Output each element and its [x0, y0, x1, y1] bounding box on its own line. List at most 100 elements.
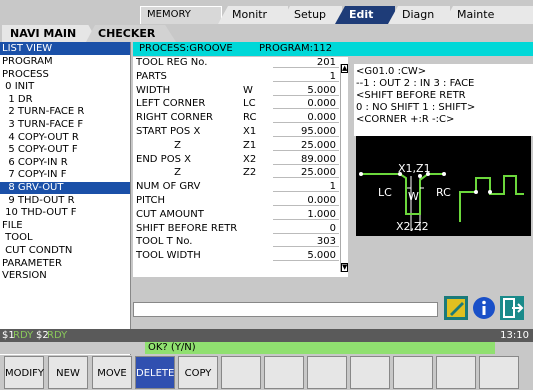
param-row[interactable]: TOOL REG No. 201 — [133, 57, 348, 69]
param-label: TOOL REG No. — [136, 57, 208, 68]
list-view-header: LIST VIEW — [0, 42, 130, 55]
list-item[interactable]: 3 TURN-FACE F — [0, 119, 130, 131]
scroll-up-icon[interactable]: ▲ — [341, 64, 348, 73]
list-item[interactable]: VERSION — [0, 270, 130, 282]
softkey[interactable]: COPY — [178, 356, 218, 389]
list-item[interactable]: 0 INIT — [0, 81, 130, 93]
parameter-table: TOOL REG No. 201 PARTS 1 WIDTH W 5.000 LEFT COR… — [133, 57, 348, 277]
list-item[interactable]: 8 GRV-OUT — [0, 182, 130, 194]
param-value[interactable]: 1 — [273, 71, 338, 82]
list-item[interactable]: 2 TURN-FACE R — [0, 106, 130, 118]
param-row[interactable]: SHIFT BEFORE RETR 0 — [133, 223, 348, 235]
param-label: START POS X — [136, 126, 201, 137]
edit-guide-icon[interactable] — [444, 296, 468, 320]
scrollbar[interactable]: ▲ ▼ — [340, 64, 348, 272]
param-value[interactable]: 0.000 — [273, 112, 338, 123]
list-item[interactable]: CUT CONDTN — [0, 245, 130, 257]
list-item[interactable]: PARAMETER — [0, 258, 130, 270]
param-value[interactable]: 0 — [273, 223, 338, 234]
process-name: PROCESS:GROOVE — [139, 43, 233, 54]
input-field[interactable] — [133, 302, 438, 317]
param-symbol: W — [243, 84, 253, 96]
system-2-state: RDY — [47, 330, 68, 341]
list-item[interactable]: 7 COPY-IN F — [0, 169, 130, 181]
param-row[interactable]: NUM OF GRV 1 — [133, 181, 348, 193]
param-row[interactable]: TOOL WIDTH 5.000 — [133, 250, 348, 262]
program-name: PROGRAM:112 — [259, 43, 333, 54]
param-label: PARTS — [136, 70, 167, 82]
softkey[interactable] — [436, 356, 476, 389]
confirm-message: OK? (Y/N) — [145, 342, 495, 354]
param-value[interactable]: 25.000 — [273, 140, 338, 151]
list-item[interactable]: 10 THD-OUT F — [0, 207, 130, 219]
list-item[interactable]: PROGRAM — [0, 56, 130, 68]
system-1-state: RDY — [13, 330, 34, 341]
param-value[interactable]: 1 — [273, 181, 338, 192]
param-row[interactable]: CUT AMOUNT 1.000 — [133, 209, 348, 221]
param-value[interactable]: 201 — [273, 57, 338, 68]
tab-diagn[interactable]: Diagn — [388, 6, 450, 24]
softkey[interactable]: MOVE — [92, 356, 132, 389]
param-value[interactable]: 0.000 — [273, 98, 338, 109]
param-row[interactable]: Z Z1 25.000 — [133, 140, 348, 152]
param-value[interactable]: 89.000 — [273, 154, 338, 165]
help-line: 0 : NO SHIFT 1 : SHIFT> — [356, 102, 476, 113]
softkey[interactable]: MODIFY — [4, 356, 44, 389]
info-icon[interactable] — [472, 296, 496, 320]
param-row[interactable]: LEFT CORNER LC 0.000 — [133, 98, 348, 110]
param-value[interactable]: 5.000 — [273, 250, 338, 261]
param-label: CUT AMOUNT — [136, 208, 204, 220]
param-row[interactable]: PITCH 0.000 — [133, 195, 348, 207]
list-item[interactable]: FILE — [0, 220, 130, 232]
softkey[interactable]: NEW — [48, 356, 88, 389]
tab-navi-main[interactable]: NAVI MAIN — [2, 25, 98, 42]
groove-diagram: X1,Z1 LC W RC X2,Z2 — [356, 136, 531, 236]
tab-mainte[interactable]: Mainte — [443, 6, 533, 24]
param-label: TOOL T No. — [136, 236, 193, 248]
param-value[interactable]: 95.000 — [273, 126, 338, 137]
param-symbol: Z2 — [243, 167, 257, 179]
softkey[interactable] — [307, 356, 347, 389]
softkey[interactable] — [479, 356, 519, 389]
list-item[interactable]: 6 COPY-IN R — [0, 157, 130, 169]
softkey[interactable] — [221, 356, 261, 389]
groove-diagram-svg: X1,Z1 LC W RC X2,Z2 — [359, 162, 524, 233]
tab-checker[interactable]: CHECKER — [86, 25, 176, 42]
param-row[interactable]: RIGHT CORNER RC 0.000 — [133, 112, 348, 124]
param-label: WIDTH — [136, 84, 171, 96]
softkey[interactable] — [264, 356, 304, 389]
param-row[interactable]: END POS X X2 89.000 — [133, 154, 348, 166]
help-line: <G01.0 :CW> — [356, 66, 427, 77]
param-value[interactable]: 1.000 — [273, 209, 338, 220]
param-row[interactable]: TOOL T No. 303 — [133, 236, 348, 248]
param-row[interactable]: Z Z2 25.000 — [133, 167, 348, 179]
softkey[interactable] — [350, 356, 390, 389]
softkey[interactable] — [393, 356, 433, 389]
list-item[interactable]: PROCESS — [0, 69, 130, 81]
param-value[interactable]: 25.000 — [273, 167, 338, 178]
param-row[interactable]: PARTS 1 — [133, 71, 348, 83]
softkey[interactable]: DELETE — [135, 356, 175, 389]
param-row[interactable]: START POS X X1 95.000 — [133, 126, 348, 138]
tab-monitr[interactable]: Monitr — [218, 6, 288, 24]
list-item[interactable]: 5 COPY-OUT F — [0, 144, 130, 156]
scroll-down-icon[interactable]: ▼ — [341, 263, 348, 272]
help-line: <CORNER +:R -:C> — [356, 114, 455, 125]
list-item[interactable]: 1 DR — [0, 94, 130, 106]
exit-icon[interactable] — [500, 296, 524, 320]
param-label: RIGHT CORNER — [136, 112, 214, 124]
param-symbol: X2 — [243, 153, 257, 165]
list-item[interactable]: 4 COPY-OUT R — [0, 132, 130, 144]
param-symbol: X1 — [243, 126, 257, 137]
param-value[interactable]: 303 — [273, 236, 338, 247]
param-label: Z — [136, 167, 181, 179]
list-item[interactable]: TOOL — [0, 232, 130, 244]
list-item[interactable]: 9 THD-OUT R — [0, 195, 130, 207]
param-value[interactable]: 0.000 — [273, 195, 338, 206]
param-value[interactable]: 5.000 — [273, 85, 338, 96]
param-label: TOOL WIDTH — [136, 250, 201, 262]
tab-edit[interactable]: Edit — [335, 6, 395, 24]
tab-setup[interactable]: Setup — [280, 6, 342, 24]
param-row[interactable]: WIDTH W 5.000 — [133, 85, 348, 97]
help-panel: <G01.0 :CW> --1 : OUT 2 : IN 3 : FACE <S… — [354, 64, 533, 136]
